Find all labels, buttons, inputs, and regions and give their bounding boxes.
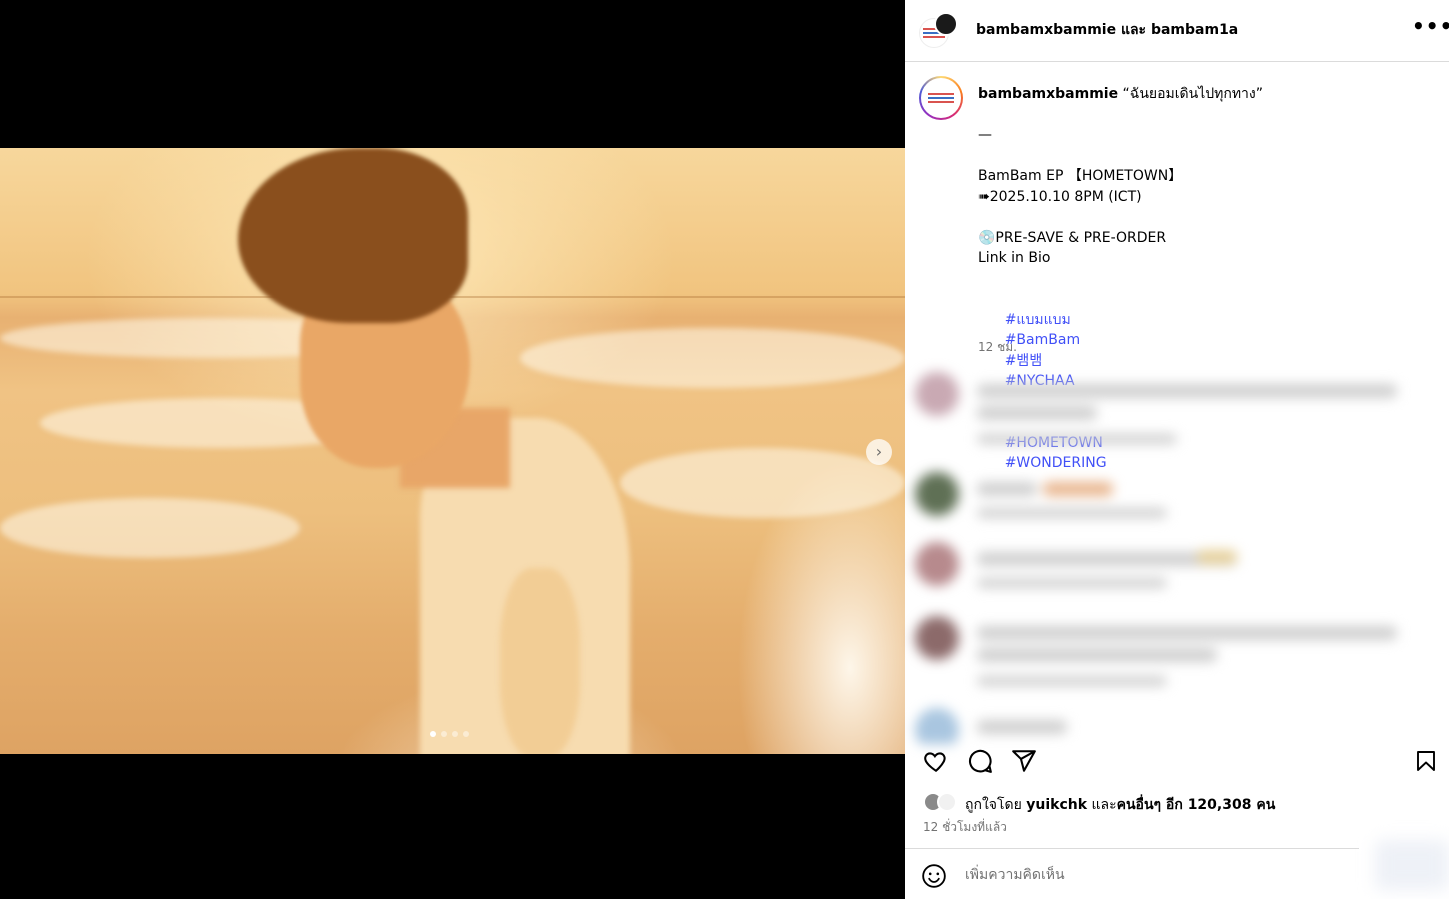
carousel-dot bbox=[441, 731, 447, 737]
avatar bbox=[915, 542, 959, 586]
caption-username[interactable]: bambamxbammie bbox=[978, 86, 1118, 102]
avatar bbox=[915, 616, 959, 660]
comment-text bbox=[977, 406, 1097, 420]
caption-link-line: Link in Bio bbox=[978, 250, 1051, 266]
likes-text: ถูกใจโดย yuikchk และคนอื่นๆ อีก 120,308 … bbox=[965, 794, 1275, 816]
comment-text bbox=[1043, 482, 1113, 496]
post-timestamp[interactable]: 12 ชั่วโมงที่แล้ว bbox=[923, 818, 1007, 837]
hashtag-link[interactable]: #แบมแบม bbox=[1005, 312, 1071, 328]
likes-middle: และ bbox=[1087, 797, 1117, 813]
avatar[interactable] bbox=[937, 792, 957, 812]
post-media: › bbox=[0, 0, 905, 899]
caption-presave-line: 💿PRE-SAVE & PRE-ORDER bbox=[978, 229, 1167, 246]
post-photo bbox=[0, 148, 905, 754]
post-side-panel: bambamxbammie และ bambam1a ••• bambamxba… bbox=[905, 0, 1449, 899]
wave bbox=[620, 448, 905, 518]
avatar[interactable] bbox=[934, 12, 958, 36]
figure-arm bbox=[500, 568, 580, 754]
liker-username[interactable]: yuikchk bbox=[1026, 797, 1087, 813]
post-author-names[interactable]: bambamxbammie และ bambam1a bbox=[976, 19, 1238, 41]
comment-icon[interactable] bbox=[967, 748, 993, 774]
more-icon[interactable]: ••• bbox=[1412, 14, 1449, 38]
avatar bbox=[915, 708, 959, 744]
comment-text bbox=[1197, 550, 1237, 564]
add-comment-bar bbox=[905, 848, 1359, 899]
comment-text bbox=[977, 648, 1217, 662]
emoji-icon[interactable] bbox=[921, 863, 947, 889]
comment-text bbox=[977, 626, 1397, 640]
carousel-dot bbox=[430, 731, 436, 737]
caption-date-line: ➠2025.10.10 8PM (ICT) bbox=[978, 188, 1142, 205]
caption-quote: “ฉันยอมเดินไปทุกทาง” bbox=[1118, 86, 1264, 102]
comment-meta bbox=[977, 434, 1177, 444]
comment-input[interactable] bbox=[963, 863, 1343, 887]
wave bbox=[0, 498, 300, 558]
likes-count-link[interactable]: คนอื่นๆ อีก 120,308 คน bbox=[1117, 797, 1276, 813]
caption-avatar[interactable] bbox=[919, 76, 963, 120]
chevron-right-icon: › bbox=[875, 442, 883, 461]
brand-logo-icon bbox=[928, 91, 954, 105]
post-actions bbox=[905, 744, 1449, 784]
avatar bbox=[915, 372, 959, 416]
collab-avatars[interactable] bbox=[919, 12, 959, 52]
avatar bbox=[915, 472, 959, 516]
comment-text bbox=[977, 720, 1067, 734]
caption-time: 12 ชม. bbox=[978, 340, 1017, 354]
blurred-overlay bbox=[1375, 840, 1449, 890]
comments-list bbox=[905, 364, 1449, 744]
comment-meta bbox=[977, 676, 1167, 686]
share-icon[interactable] bbox=[1011, 748, 1037, 774]
likes-prefix: ถูกใจโดย bbox=[965, 797, 1027, 813]
carousel-dot bbox=[463, 731, 469, 737]
carousel-dot bbox=[452, 731, 458, 737]
bookmark-icon[interactable] bbox=[1414, 748, 1438, 774]
heart-icon[interactable] bbox=[923, 748, 949, 774]
comment-meta bbox=[977, 508, 1167, 518]
wave bbox=[520, 328, 905, 388]
figure-hair bbox=[238, 148, 468, 323]
carousel-indicator bbox=[430, 731, 469, 737]
carousel-next-button[interactable]: › bbox=[866, 439, 892, 465]
post-header: bambamxbammie และ bambam1a ••• bbox=[905, 0, 1449, 62]
comment-meta bbox=[977, 578, 1167, 588]
comment-text bbox=[977, 384, 1397, 398]
caption-ep-line: BamBam EP 【HOMETOWN】 bbox=[978, 168, 1183, 184]
comment-text bbox=[977, 482, 1037, 496]
caption-dash: — bbox=[978, 127, 992, 143]
